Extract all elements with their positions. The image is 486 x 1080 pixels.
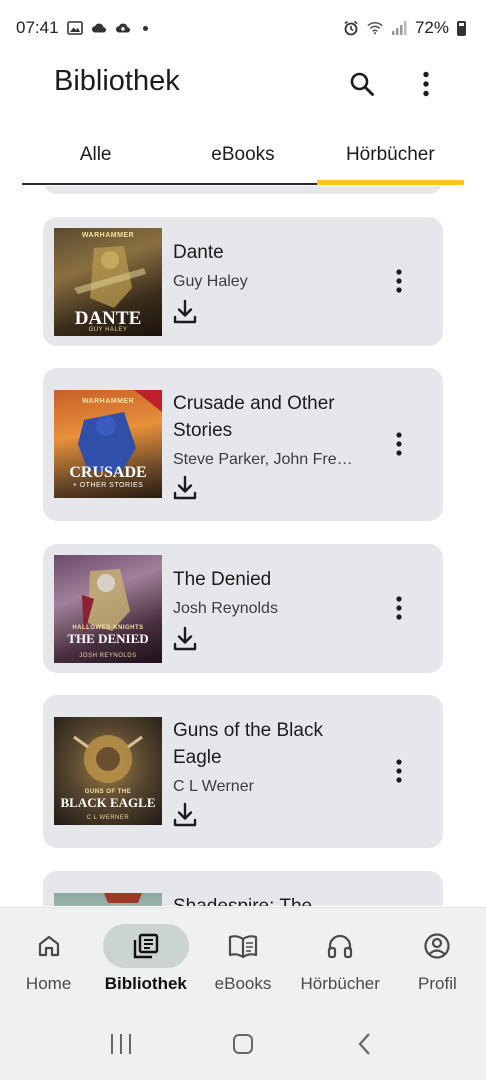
nav-icon-container [394,924,480,968]
list-item[interactable]: HALLOWED KNIGHTS THE DENIED JOSH REYNOLD… [43,544,443,673]
nav-icon-container [200,924,286,968]
list-item[interactable]: GUNS OF THE BLACK EAGLE C L WERNER Guns … [43,695,443,848]
download-icon [173,475,197,500]
nav-icon-container [102,924,189,968]
status-right: 72% [343,18,466,38]
book-cover: GUNS OF THE BLACK EAGLE C L WERNER [54,717,162,825]
status-time: 07:41 [16,18,59,37]
cover-title-text: CRUSADE [69,464,147,481]
book-cover: HALLOWED KNIGHTS THE DENIED JOSH REYNOLD… [54,555,162,663]
nav-label: Profil [418,974,457,993]
download-button[interactable] [171,474,199,502]
book-cover [54,893,162,906]
cloud-icon [91,20,107,36]
cover-author-text: JOSH REYNOLDS [79,653,137,659]
book-title: Guns of the Black Eagle [173,720,323,768]
home-icon [38,935,59,957]
overflow-menu-button[interactable] [410,68,442,100]
book-cover: WARHAMMER DANTE GUY HALEY [54,228,162,336]
status-bar: 07:41 72% [0,0,486,56]
library-icon [133,933,158,959]
book-cover: WARHAMMER CRUSADE + OTHER STORIES [54,390,162,498]
nav-item-profil[interactable]: Profil [389,908,486,1007]
more-vertical-icon [396,269,402,293]
book-author: C L Werner [173,778,254,795]
nav-label: eBooks [214,974,272,993]
item-menu-button[interactable] [387,265,411,297]
nav-label: Bibliothek [104,974,187,993]
home-system-button[interactable] [223,1029,263,1059]
battery-percent: 72% [414,18,449,37]
profile-icon [424,933,451,959]
nav-icon-container [6,924,92,968]
download-icon [173,626,197,651]
recents-icon [111,1033,131,1054]
book-icon [228,935,258,959]
back-icon [358,1032,370,1055]
list-item[interactable]: WARHAMMER DANTE GUY HALEY Dante Guy Hale… [43,217,443,346]
tab-ebooks[interactable]: eBooks [169,132,316,178]
headphones-icon [328,934,353,959]
cover-subtitle-text: + OTHER STORIES [72,482,144,489]
tab-active-indicator [317,180,464,185]
book-title: The Denied [173,569,272,590]
item-menu-button[interactable] [387,428,411,460]
cloud-sync-icon [115,20,131,36]
home-square-icon [233,1033,253,1054]
book-title: Dante [173,242,224,263]
cover-title-text: BLACK EAGLE [60,795,156,810]
more-vertical-icon [396,432,402,456]
back-button[interactable] [345,1029,385,1059]
cover-author-text: GUY HALEY [88,327,128,333]
book-list[interactable]: WARHAMMER DANTE GUY HALEY Dante Guy Hale… [0,186,486,906]
book-author: Guy Haley [173,273,248,290]
more-vertical-icon [396,759,402,783]
cover-author-text: C L WERNER [86,815,130,821]
nav-item-ebooks[interactable]: eBooks [194,908,291,1007]
tab-hoerbuecher[interactable]: Hörbücher [317,132,464,178]
search-icon [350,72,374,96]
list-item-partial[interactable] [43,186,443,194]
wifi-icon [367,20,383,36]
signal-icon [391,20,407,36]
bottom-navigation: Home Bibliothek eBooks Hörbücher Profil [0,907,486,1007]
battery-icon [457,20,466,36]
download-button[interactable] [171,801,199,829]
recents-button[interactable] [101,1029,141,1059]
alarm-icon [343,20,359,36]
search-button[interactable] [346,68,378,100]
tab-alle[interactable]: Alle [22,132,169,178]
download-icon [173,299,197,324]
nav-item-bibliothek[interactable]: Bibliothek [97,908,194,1007]
tab-bar: Alle eBooks Hörbücher [22,132,464,186]
image-icon [66,20,83,36]
cover-top-text: WARHAMMER [81,232,135,239]
book-author: Steve Parker, John French, ... [173,451,353,468]
download-icon [173,802,197,827]
nav-item-hoerbuecher[interactable]: Hörbücher [292,908,389,1007]
tab-divider [22,183,317,185]
book-author: Josh Reynolds [173,600,278,617]
cover-title-text: THE DENIED [67,631,149,646]
notification-dot-icon [142,25,148,31]
download-button[interactable] [171,298,199,326]
status-left: 07:41 [16,18,148,38]
system-navigation-bar [0,1007,486,1080]
item-menu-button[interactable] [387,592,411,624]
page-title: Bibliothek [54,65,180,97]
cover-top-text: WARHAMMER [81,398,135,405]
nav-label: Home [25,974,72,993]
nav-label: Hörbücher [300,974,380,993]
download-button[interactable] [171,625,199,653]
list-item[interactable]: WARHAMMER CRUSADE + OTHER STORIES Crusad… [43,368,443,521]
nav-item-home[interactable]: Home [0,908,97,1007]
nav-icon-container [297,924,383,968]
book-title: Crusade and Other Stories [173,393,335,441]
item-menu-button[interactable] [387,755,411,787]
book-title: Shadespire: The [173,893,373,906]
more-vertical-icon [396,596,402,620]
app-bar: Bibliothek [0,56,486,112]
more-vertical-icon [423,71,429,97]
list-item[interactable]: Shadespire: The [43,871,443,906]
